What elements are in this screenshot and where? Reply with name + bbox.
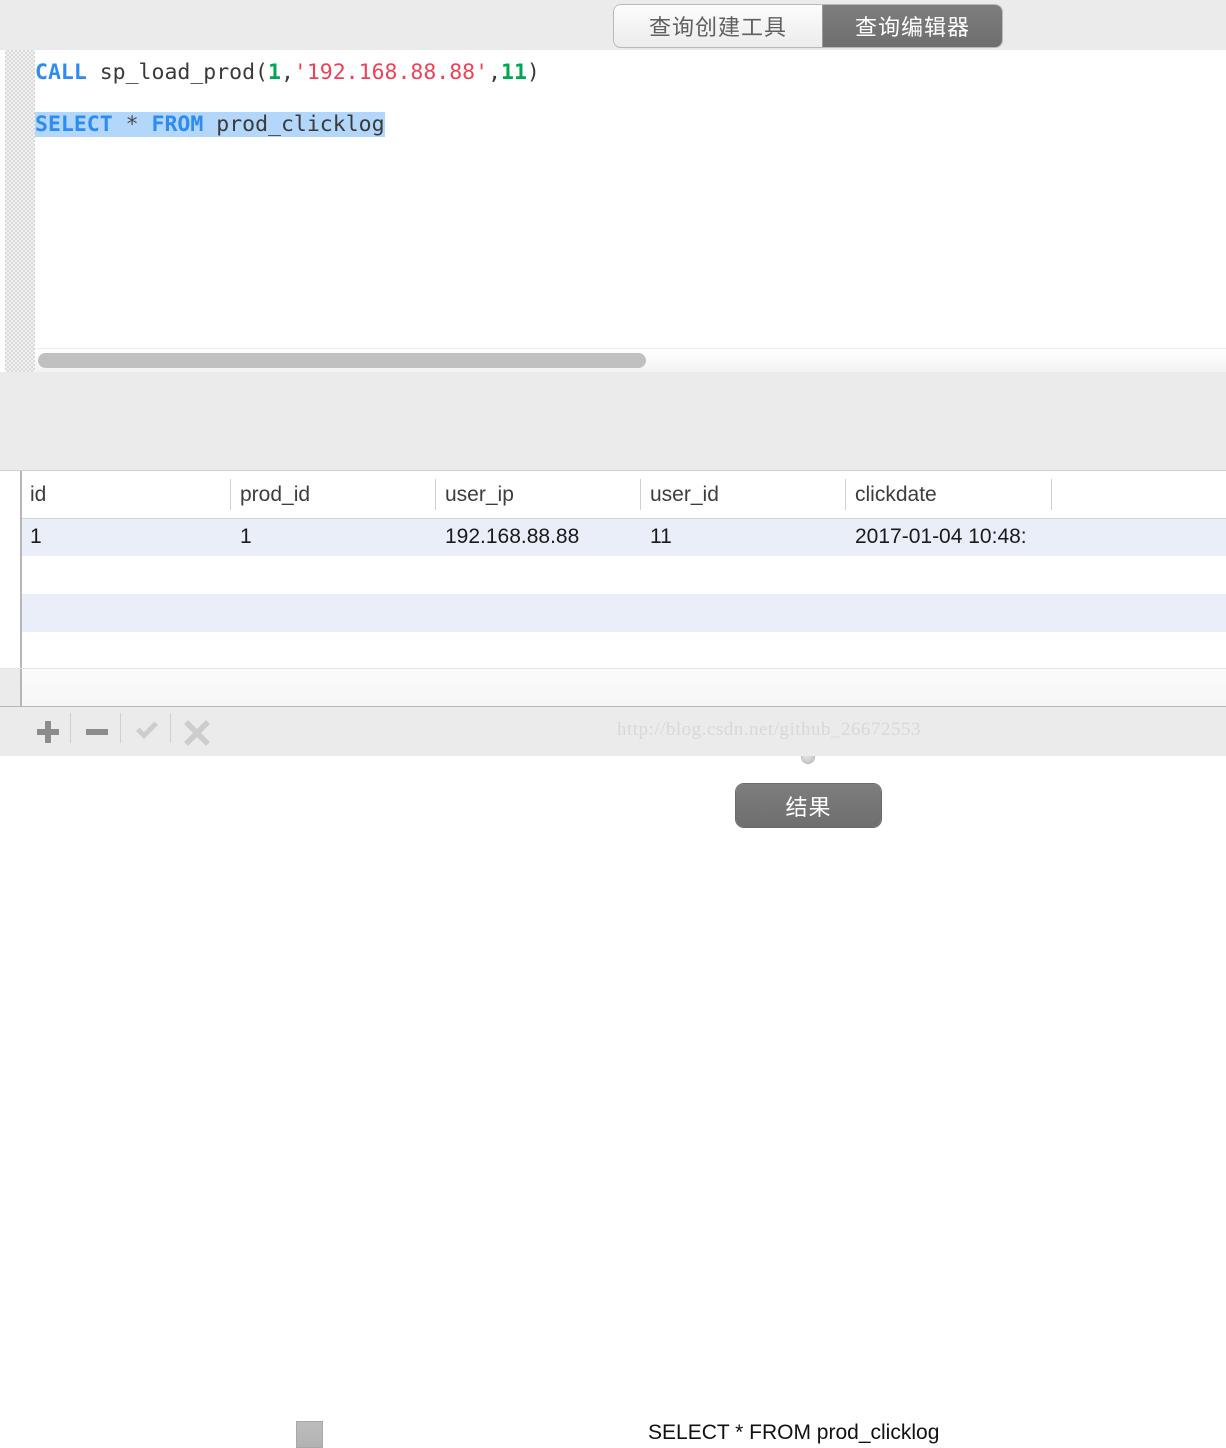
sql-token-plain: prod_clicklog	[203, 112, 385, 137]
grid-column-divider[interactable]	[845, 479, 846, 510]
grid-cell[interactable]: 1	[20, 518, 230, 556]
grid-column-header-prod_id[interactable]: prod_id	[230, 471, 435, 518]
table-row[interactable]	[0, 594, 1226, 632]
grid-cell[interactable]	[20, 556, 230, 594]
sql-code-area[interactable]: CALL sp_load_prod(1,'192.168.88.88',11) …	[35, 50, 1226, 372]
grid-cell[interactable]	[20, 632, 230, 670]
tab-query-editor-label: 查询编辑器	[854, 15, 970, 40]
tab-query-editor[interactable]: 查询编辑器	[822, 5, 1002, 47]
grid-cell[interactable]: 1	[230, 518, 435, 556]
tab-query-builder-label: 查询创建工具	[648, 15, 787, 40]
grid-cell[interactable]	[845, 632, 1051, 670]
tab-group: 查询创建工具 查询编辑器	[614, 5, 1002, 47]
grid-cell[interactable]	[1051, 594, 1226, 632]
grid-column-header-blank[interactable]	[1051, 471, 1226, 518]
table-row[interactable]: 1 1 192.168.88.88 11 2017-01-04 10:48:	[0, 518, 1226, 556]
sql-token-plain: sp_load_prod(	[86, 60, 268, 85]
grid-bottom-corner	[0, 669, 22, 706]
grid-cell[interactable]	[1051, 632, 1226, 670]
grid-cell[interactable]	[640, 594, 845, 632]
grid-column-header-clickdate[interactable]: clickdate	[845, 471, 1051, 518]
sql-token-plain	[139, 112, 152, 137]
editor-horizontal-scrollbar[interactable]	[35, 348, 1226, 372]
sql-line: CALL sp_load_prod(1,'192.168.88.88',11)	[35, 60, 1226, 86]
sql-token-kw: CALL	[35, 60, 87, 85]
stop-button[interactable]	[296, 1421, 323, 1448]
sql-token-plain: ,	[488, 60, 502, 85]
editor-gutter	[5, 50, 35, 372]
grid-column-divider[interactable]	[1051, 479, 1052, 510]
grid-column-header-id[interactable]: id	[20, 471, 230, 518]
grid-bottom-strip	[0, 668, 1226, 706]
table-row[interactable]	[0, 632, 1226, 670]
sql-token-kw: SELECT	[35, 112, 113, 137]
result-grid[interactable]: 1 1 192.168.88.88 11 2017-01-04 10:48: id pro…	[0, 470, 1226, 706]
grid-column-divider[interactable]	[230, 479, 231, 510]
sql-selected-text: SELECT * FROM prod_clicklog	[35, 112, 385, 137]
commit-button[interactable]	[133, 718, 161, 746]
grid-column-header-label: id	[30, 482, 47, 506]
grid-cell[interactable]	[20, 594, 230, 632]
add-row-button[interactable]	[34, 718, 62, 746]
grid-cell[interactable]: 192.168.88.88	[435, 518, 640, 556]
toolbar-separator	[70, 713, 71, 743]
status-bar-query-text: SELECT * FROM prod_clicklog	[648, 1421, 940, 1444]
sql-token-num: 1	[268, 60, 281, 85]
grid-column-divider[interactable]	[435, 479, 436, 510]
result-tab-label: 结果	[785, 794, 832, 820]
grid-cell[interactable]	[640, 632, 845, 670]
grid-cell[interactable]	[1051, 518, 1226, 556]
sql-line	[35, 86, 1226, 112]
sql-token-op: *	[125, 112, 139, 137]
bottom-toolbar: SELECT * FROM prod_clicklog	[0, 705, 1226, 1448]
grid-cell[interactable]	[230, 594, 435, 632]
grid-column-header-label: user_id	[650, 482, 719, 506]
grid-cell[interactable]: 2017-01-04 10:48:	[845, 518, 1051, 556]
cross-icon	[183, 720, 211, 750]
grid-column-header-label: prod_id	[240, 482, 311, 506]
grid-cell[interactable]	[230, 556, 435, 594]
result-tab-button[interactable]: 结果	[736, 784, 881, 827]
grid-cell[interactable]	[1051, 556, 1226, 594]
sql-text: CALL sp_load_prod(1,'192.168.88.88',11)	[35, 60, 540, 85]
grid-cell[interactable]	[230, 632, 435, 670]
sql-token-plain: )	[526, 60, 540, 85]
tab-query-builder[interactable]: 查询创建工具	[614, 5, 822, 47]
grid-cell[interactable]	[435, 632, 640, 670]
grid-column-header-label: user_ip	[445, 482, 514, 506]
minus-icon	[83, 729, 111, 750]
sql-editor-panel[interactable]: CALL sp_load_prod(1,'192.168.88.88',11) …	[0, 50, 1226, 372]
grid-cell[interactable]	[845, 556, 1051, 594]
grid-column-header-user_ip[interactable]: user_ip	[435, 471, 640, 518]
sql-token-str: '192.168.88.88'	[293, 60, 489, 85]
toolbar-separator	[120, 713, 121, 743]
sql-token-plain	[113, 112, 126, 137]
delete-row-button[interactable]	[83, 718, 111, 746]
toolbar-separator	[170, 713, 171, 743]
sql-token-plain: ,	[280, 60, 294, 85]
checkmark-icon	[133, 721, 161, 750]
editor-horizontal-scrollbar-thumb[interactable]	[38, 353, 646, 368]
grid-cell[interactable]	[435, 594, 640, 632]
sql-line: SELECT * FROM prod_clicklog	[35, 112, 1226, 138]
revert-button[interactable]	[183, 718, 211, 746]
plus-icon	[34, 721, 62, 750]
splitter-area: 结果	[0, 372, 1226, 827]
grid-cell[interactable]: 11	[640, 518, 845, 556]
grid-column-headers: id prod_id user_ip user_id clickdate	[0, 471, 1226, 519]
grid-cell[interactable]	[845, 594, 1051, 632]
grid-cell[interactable]	[435, 556, 640, 594]
table-row[interactable]	[0, 556, 1226, 594]
sql-token-num: 11	[501, 60, 527, 85]
grid-column-header-user_id[interactable]: user_id	[640, 471, 845, 518]
grid-cell[interactable]	[640, 556, 845, 594]
grid-column-divider[interactable]	[640, 479, 641, 510]
grid-column-header-label: clickdate	[855, 482, 937, 506]
sql-token-kw: FROM	[151, 112, 204, 137]
